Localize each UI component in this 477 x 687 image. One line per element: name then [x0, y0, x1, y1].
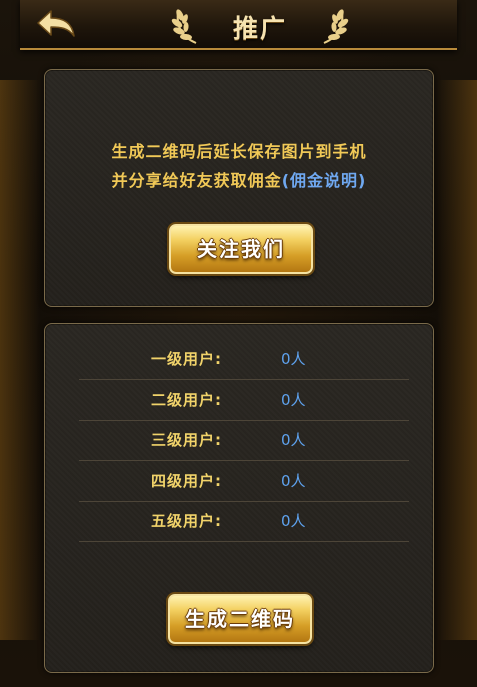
laurel-right-icon: [323, 9, 349, 44]
promo-instruction-text: 并分享给好友获取佣金: [111, 171, 282, 190]
user-level-count: 0人: [281, 350, 306, 368]
background-glow-left: [0, 80, 40, 640]
back-arrow-icon: [37, 10, 75, 37]
commission-info-link[interactable]: 佣金说明: [290, 171, 358, 190]
user-level-label: 一级用户:: [151, 350, 222, 368]
promo-instruction-line1: 生成二维码后延长保存图片到手机: [111, 142, 367, 161]
user-level-label: 三级用户:: [151, 431, 222, 449]
back-button[interactable]: [34, 8, 78, 40]
user-level-row: 四级用户: 0人: [79, 461, 409, 502]
user-level-row: 三级用户: 0人: [79, 420, 409, 461]
user-level-label: 五级用户:: [151, 512, 222, 530]
commission-link-close: ): [358, 171, 367, 190]
page-title: 推广: [232, 14, 287, 43]
user-level-label: 二级用户:: [151, 391, 222, 409]
follow-us-button[interactable]: 关注我们: [169, 224, 313, 274]
laurel-left-icon: [171, 9, 197, 44]
user-level-count: 0人: [281, 431, 306, 449]
commission-link-open: (: [281, 171, 290, 190]
promo-panel: 生成二维码后延长保存图片到手机 并分享给好友获取佣金(佣金说明) 关注我们: [44, 69, 434, 307]
header-bar: 推广: [20, 0, 457, 50]
user-level-count: 0人: [281, 391, 306, 409]
title-group: 推广: [170, 3, 350, 45]
background-glow-right: [437, 80, 477, 640]
user-level-row: 二级用户: 0人: [79, 380, 409, 421]
user-level-label: 四级用户:: [151, 472, 222, 490]
user-level-row: 五级用户: 0人: [79, 501, 409, 542]
promo-instruction-line2: 并分享给好友获取佣金(佣金说明): [45, 167, 433, 191]
generate-qr-code-button[interactable]: 生成二维码: [168, 594, 312, 644]
user-level-row: 一级用户: 0人: [79, 339, 409, 380]
user-level-count: 0人: [281, 472, 306, 490]
user-stats-panel: 一级用户: 0人 二级用户: 0人 三级用户: 0人 四级用户: 0人 五级用户…: [44, 323, 434, 673]
user-level-count: 0人: [281, 512, 306, 530]
